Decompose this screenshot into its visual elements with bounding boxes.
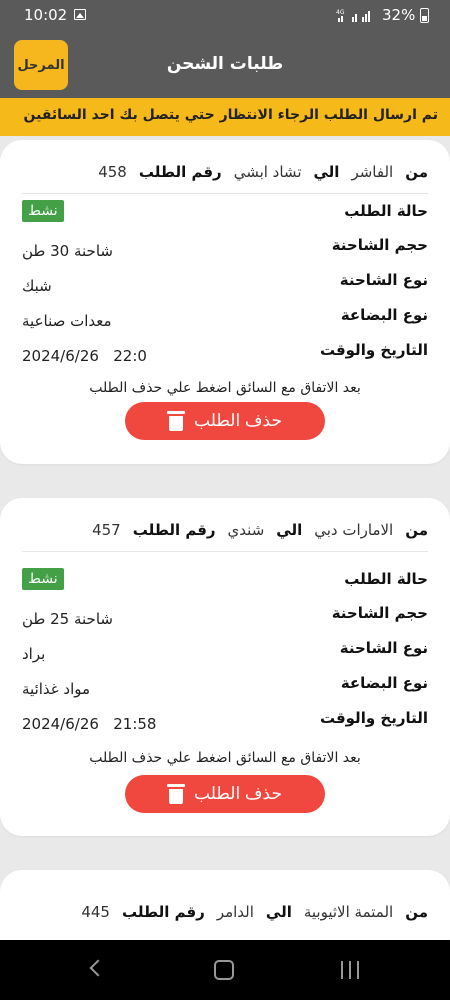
from-label: من — [405, 163, 428, 181]
truck-size-row: حجم الشاحنة شاحنة 25 طن — [22, 604, 428, 630]
network-type-label: 4G — [336, 9, 345, 16]
order-number-label: رقم الطلب — [121, 903, 205, 921]
delete-hint: بعد الاتفاق مع السائق اضغط علي حذف الطلب — [89, 750, 361, 766]
status-row: حالة الطلب نشط — [22, 200, 428, 228]
date-value: 2024/6/26 — [22, 715, 99, 733]
status-badge: نشط — [22, 200, 64, 222]
datetime-value: 2024/6/26 22:0 — [22, 347, 147, 365]
from-label: من — [405, 521, 428, 539]
image-icon — [74, 9, 86, 20]
truck-size-label: حجم الشاحنة — [331, 236, 428, 254]
status-bar: 10:02 4G 32% — [0, 0, 450, 30]
cargo-value: معدات صناعية — [22, 312, 112, 330]
datetime-label: التاريخ والوقت — [319, 709, 428, 727]
system-nav-bar — [0, 940, 450, 1000]
status-label: حالة الطلب — [344, 570, 428, 588]
delete-button-label: حذف الطلب — [194, 411, 282, 430]
time-value: 22:0 — [113, 347, 147, 365]
page-title: طلبات الشحن — [166, 54, 284, 74]
divider — [22, 193, 428, 194]
to-value: تشاد ابشي — [233, 163, 302, 181]
from-value: الفاشر — [351, 163, 394, 181]
from-value: الامارات دبي — [314, 521, 394, 539]
order-number-value: 458 — [98, 163, 127, 181]
order-route: من الامارات دبي الي شندي رقم الطلب 457 — [22, 516, 428, 544]
to-label: الي — [276, 521, 303, 539]
order-number-label: رقم الطلب — [138, 163, 222, 181]
delete-hint: بعد الاتفاق مع السائق اضغط علي حذف الطلب — [89, 380, 361, 396]
truck-size-value: شاحنة 30 طن — [22, 242, 113, 260]
cargo-label: نوع البضاعة — [340, 306, 428, 324]
status-label: حالة الطلب — [344, 202, 428, 220]
battery-percent: 32% — [382, 6, 416, 24]
trash-icon — [167, 784, 186, 804]
status-badge: نشط — [22, 568, 64, 590]
cargo-value: مواد غذائية — [22, 680, 91, 698]
status-row: حالة الطلب نشط — [22, 568, 428, 596]
cargo-label: نوع البضاعة — [340, 674, 428, 692]
truck-type-value: شبك — [22, 277, 52, 295]
recents-icon[interactable] — [340, 961, 360, 979]
status-time: 10:02 — [24, 6, 68, 24]
truck-size-row: حجم الشاحنة شاحنة 30 طن — [22, 236, 428, 262]
divider — [22, 551, 428, 552]
order-card: من الفاشر الي تشاد ابشي رقم الطلب 458 حا… — [0, 140, 450, 464]
order-route: من الفاشر الي تشاد ابشي رقم الطلب 458 — [22, 158, 428, 186]
app-bar: المرحل طلبات الشحن — [0, 30, 450, 98]
order-number-label: رقم الطلب — [132, 521, 216, 539]
truck-type-value: براد — [22, 645, 46, 663]
delete-order-button[interactable]: حذف الطلب — [125, 775, 325, 813]
signal-icon: 4G — [336, 9, 370, 22]
to-value: الدامر — [216, 903, 254, 921]
datetime-row: التاريخ والوقت 2024/6/26 21:58 — [22, 709, 428, 735]
truck-type-row: نوع الشاحنة براد — [22, 639, 428, 665]
order-number-value: 457 — [92, 521, 121, 539]
delete-button-label: حذف الطلب — [194, 784, 282, 803]
to-label: الي — [313, 163, 340, 181]
order-route: من المتمة الاثيوبية الي الدامر رقم الطلب… — [22, 898, 428, 926]
truck-type-row: نوع الشاحنة شبك — [22, 271, 428, 297]
order-number-value: 445 — [81, 903, 110, 921]
battery-icon — [420, 8, 429, 23]
delete-order-button[interactable]: حذف الطلب — [125, 402, 325, 440]
from-label: من — [405, 903, 428, 921]
to-label: الي — [265, 903, 292, 921]
truck-size-value: شاحنة 25 طن — [22, 610, 113, 628]
home-icon[interactable] — [214, 960, 234, 980]
truck-type-label: نوع الشاحنة — [339, 639, 428, 657]
cargo-row: نوع البضاعة معدات صناعية — [22, 306, 428, 332]
datetime-value: 2024/6/26 21:58 — [22, 715, 156, 733]
truck-type-label: نوع الشاحنة — [339, 271, 428, 289]
info-banner: تم ارسال الطلب الرجاء الانتظار حتي يتصل … — [0, 98, 450, 136]
time-value: 21:58 — [113, 715, 157, 733]
date-value: 2024/6/26 — [22, 347, 99, 365]
order-card: من الامارات دبي الي شندي رقم الطلب 457 ح… — [0, 498, 450, 836]
cargo-row: نوع البضاعة مواد غذائية — [22, 674, 428, 700]
back-icon[interactable] — [89, 959, 107, 977]
datetime-row: التاريخ والوقت 2024/6/26 22:0 — [22, 341, 428, 367]
datetime-label: التاريخ والوقت — [319, 341, 428, 359]
to-value: شندي — [227, 521, 265, 539]
from-value: المتمة الاثيوبية — [303, 903, 394, 921]
truck-size-label: حجم الشاحنة — [331, 604, 428, 622]
trash-icon — [167, 411, 186, 431]
